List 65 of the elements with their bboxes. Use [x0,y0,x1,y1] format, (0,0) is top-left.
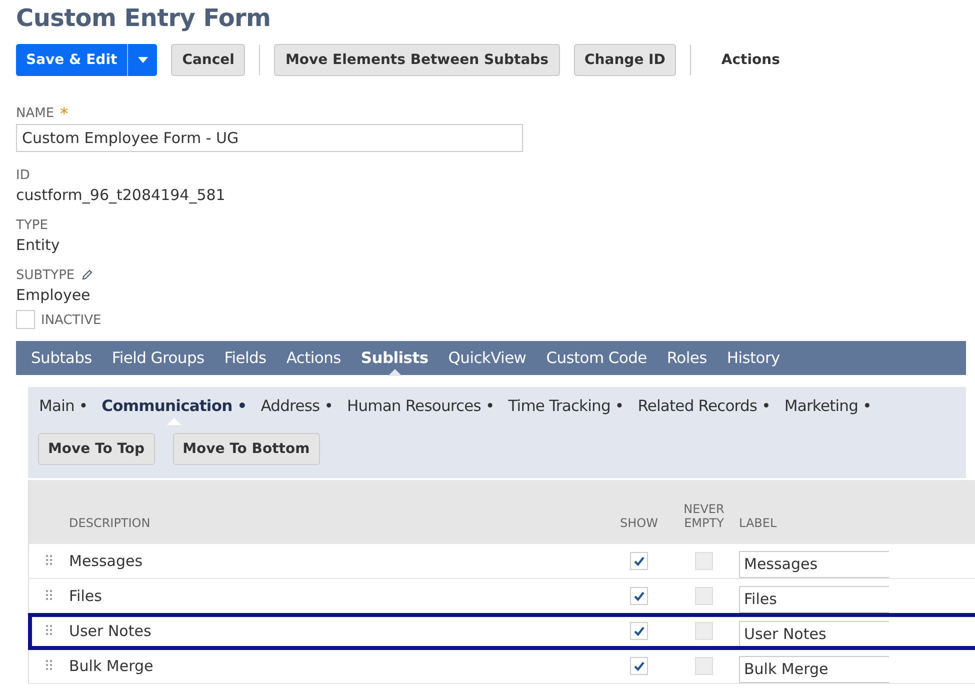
check-icon [633,660,645,672]
tab[interactable]: History [716,341,790,375]
subtab[interactable]: Marketing • [777,387,878,424]
field-label: ID [16,168,30,182]
table-cell: User Notes [69,614,609,648]
table-cell: Files [69,578,609,614]
column-header: DESCRIPTION [69,480,609,544]
page-title: Custom Entry Form [16,4,272,32]
tab[interactable]: QuickView [438,341,536,375]
field-value: Employee [16,286,92,306]
subtab[interactable]: Human Resources • [340,387,502,424]
dropdown-button[interactable] [127,44,158,76]
tab[interactable]: Sublists [350,341,438,375]
tab[interactable]: Actions [276,341,351,375]
toolbar-button[interactable]: Move Elements Between Subtabs [274,44,560,76]
table-row[interactable]: Messages Messages [28,544,975,578]
drag-handle-icon[interactable] [45,624,53,636]
field-label: INACTIVE [41,312,102,329]
tab[interactable]: Custom Code [536,341,657,375]
subtab[interactable]: Communication • [94,387,254,424]
column-header: NEVER EMPTY [669,480,739,544]
caret-icon [138,57,148,63]
name-input-field[interactable]: Custom Employee Form - UG [16,124,523,152]
table-row[interactable]: Bulk Merge Bulk Merge [28,648,975,684]
toolbar-button[interactable]: Cancel [171,44,246,76]
drag-handle-icon[interactable] [45,554,53,566]
table-row[interactable]: User Notes User Notes [28,614,975,648]
field-label: TYPE [16,218,48,232]
tab[interactable]: Roles [656,341,717,375]
pencil-icon[interactable] [80,269,93,281]
check-icon [633,590,645,602]
show-checkbox[interactable] [630,657,648,676]
table-cell: Messages [69,544,609,578]
subtab[interactable]: Main • [32,387,95,424]
field-label: SUBTYPE [16,268,75,282]
field-value: custform_96_t2084194_581 [16,186,226,206]
actions-menu[interactable]: Actions [705,52,794,68]
required-asterisk: * [60,104,68,122]
tab[interactable]: Subtabs [21,341,102,375]
show-checkbox[interactable] [630,587,648,606]
move-button[interactable]: Move To Top [38,433,155,465]
column-header: SHOW [609,480,669,544]
tab[interactable]: Fields [214,341,276,375]
label-input-field[interactable]: Files [739,586,889,612]
subtab[interactable]: Time Tracking • [501,387,631,424]
drag-handle-icon[interactable] [45,659,53,671]
column-header: LABEL [739,480,975,544]
check-icon [633,555,645,568]
move-button[interactable]: Move To Bottom [172,433,320,465]
table-row[interactable]: Files Files [28,578,975,614]
field-value: Entity [16,236,61,256]
check-icon [633,625,645,638]
save-split-button[interactable]: Save & Edit [16,44,158,76]
show-checkbox[interactable] [630,622,648,640]
toolbar-button[interactable]: Change ID [574,44,676,76]
drag-handle-icon[interactable] [45,589,53,601]
subtab[interactable]: Address • [254,387,340,424]
field-label: NAME [16,106,54,120]
subtab[interactable]: Related Records • [630,387,778,424]
label-input-field[interactable]: Messages [739,550,889,578]
label-input-field[interactable]: User Notes [739,620,889,648]
show-checkbox[interactable] [630,552,648,570]
label-input-field[interactable]: Bulk Merge [739,656,889,682]
tab[interactable]: Field Groups [102,341,214,375]
table-cell: Bulk Merge [69,648,609,684]
